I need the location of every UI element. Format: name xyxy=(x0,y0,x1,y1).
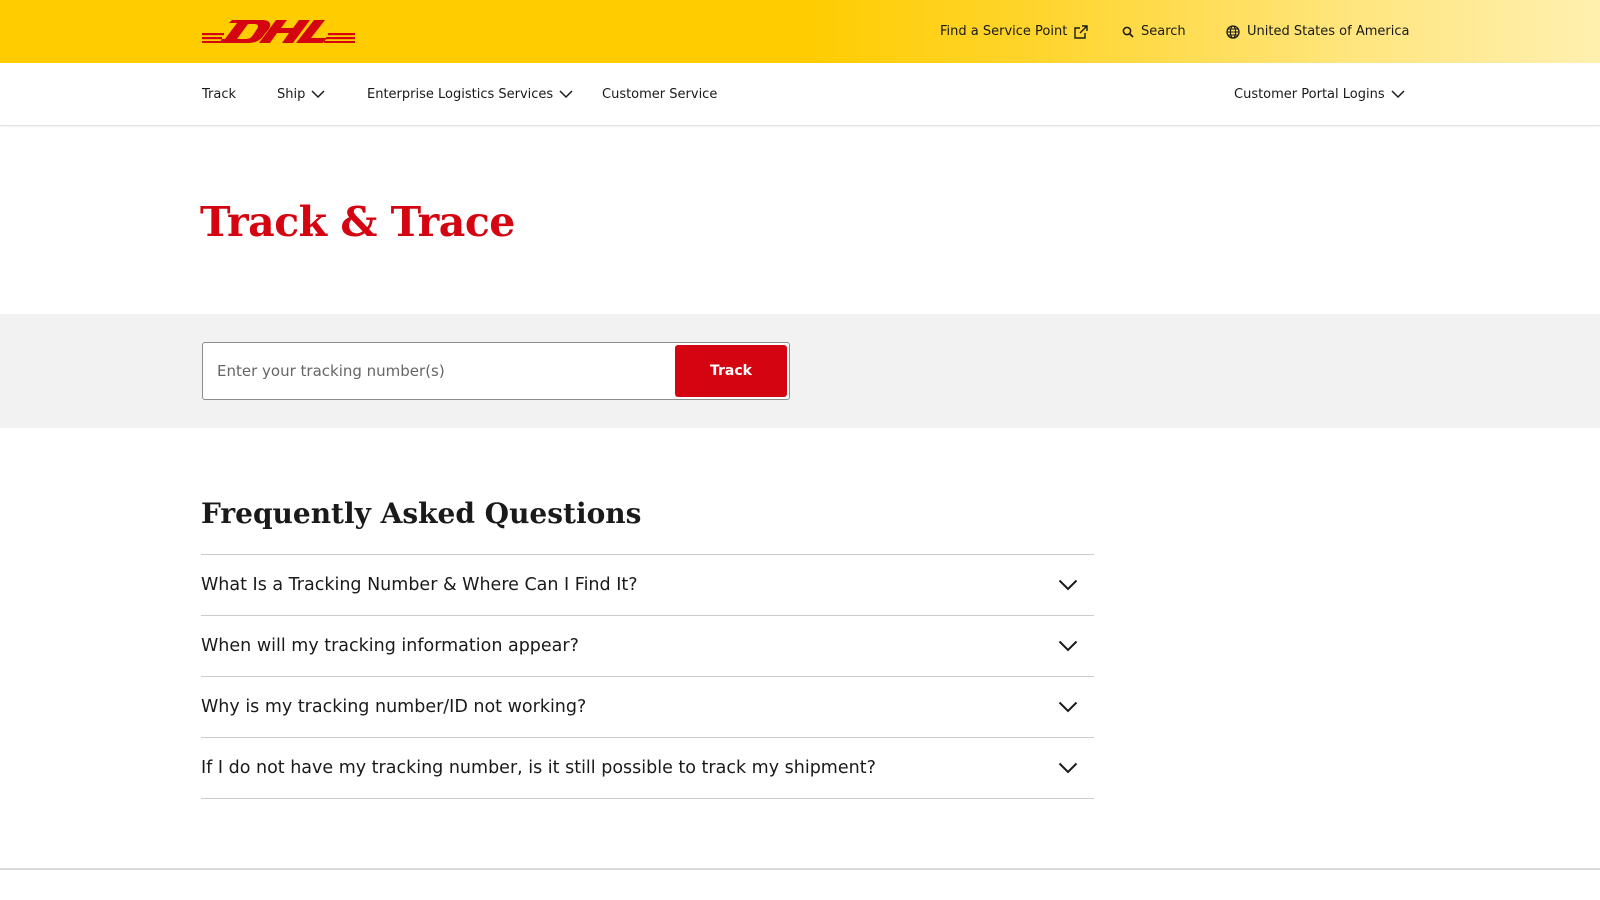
chevron-down-icon xyxy=(1058,579,1078,591)
faq-title: Frequently Asked Questions xyxy=(201,497,642,530)
nav-item-customer-portal-logins[interactable]: Customer Portal Logins xyxy=(1234,63,1405,126)
page-title: Track & Trace xyxy=(200,198,515,246)
nav-item-label: Enterprise Logistics Services xyxy=(367,87,554,102)
nav-item-ship[interactable]: Ship xyxy=(277,63,325,126)
section-divider xyxy=(0,868,1600,870)
find-service-point-link[interactable]: Find a Service Point xyxy=(940,0,1089,63)
faq-item[interactable]: When will my tracking information appear… xyxy=(201,616,1094,677)
search-label: Search xyxy=(1141,24,1186,39)
faq-question: What Is a Tracking Number & Where Can I … xyxy=(201,575,638,595)
nav-item-label: Ship xyxy=(277,87,306,102)
nav-item-enterprise-logistics[interactable]: Enterprise Logistics Services xyxy=(367,63,573,126)
track-button[interactable]: Track xyxy=(675,345,787,397)
tracking-number-input[interactable] xyxy=(203,343,673,399)
faq-question: If I do not have my tracking number, is … xyxy=(201,758,876,778)
faq-item[interactable]: What Is a Tracking Number & Where Can I … xyxy=(201,555,1094,616)
country-label: United States of America xyxy=(1247,24,1410,39)
globe-icon xyxy=(1226,24,1240,39)
find-service-point-label: Find a Service Point xyxy=(940,24,1068,39)
faq-item[interactable]: Why is my tracking number/ID not working… xyxy=(201,677,1094,738)
country-selector[interactable]: United States of America xyxy=(1226,0,1409,63)
external-link-icon xyxy=(1074,24,1089,39)
nav-item-customer-service[interactable]: Customer Service xyxy=(602,63,717,126)
search-icon xyxy=(1122,26,1134,38)
nav-item-label: Track xyxy=(202,87,237,102)
faq-item[interactable]: If I do not have my tracking number, is … xyxy=(201,738,1094,799)
nav-item-label: Customer Service xyxy=(602,87,718,102)
top-bar: Find a Service Point Search United State… xyxy=(0,0,1600,63)
chevron-down-icon xyxy=(1391,90,1405,99)
search-link[interactable]: Search xyxy=(1122,0,1186,63)
chevron-down-icon xyxy=(1058,701,1078,713)
faq-question: Why is my tracking number/ID not working… xyxy=(201,697,587,717)
chevron-down-icon xyxy=(1058,762,1078,774)
nav-item-label: Customer Portal Logins xyxy=(1234,87,1385,102)
chevron-down-icon xyxy=(559,90,573,99)
faq-question: When will my tracking information appear… xyxy=(201,636,579,656)
main-nav: Track Ship Enterprise Logistics Services… xyxy=(0,63,1600,126)
chevron-down-icon xyxy=(1058,640,1078,652)
faq-list: What Is a Tracking Number & Where Can I … xyxy=(201,554,1094,799)
dhl-logo[interactable] xyxy=(202,20,355,43)
nav-item-track[interactable]: Track xyxy=(202,63,236,126)
tracking-form: Track xyxy=(202,342,790,400)
chevron-down-icon xyxy=(311,90,325,99)
